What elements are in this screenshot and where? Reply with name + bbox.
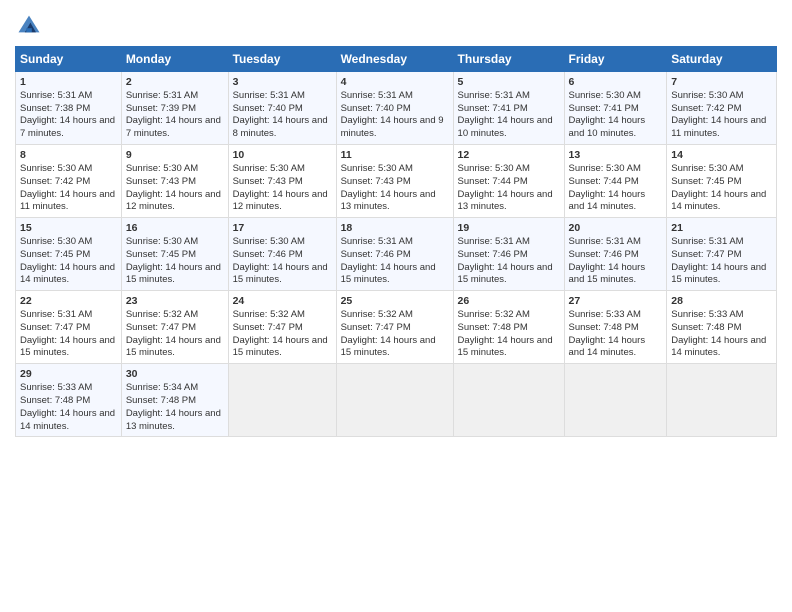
day-number: 8 [20, 149, 26, 161]
day-number: 7 [671, 76, 677, 88]
table-row: 10Sunrise: 5:30 AMSunset: 7:43 PMDayligh… [228, 145, 336, 218]
table-row [336, 364, 453, 437]
day-number: 15 [20, 222, 32, 234]
table-row: 17Sunrise: 5:30 AMSunset: 7:46 PMDayligh… [228, 218, 336, 291]
table-row [564, 364, 667, 437]
col-header-saturday: Saturday [667, 47, 777, 72]
table-row: 6Sunrise: 5:30 AMSunset: 7:41 PMDaylight… [564, 72, 667, 145]
table-row: 4Sunrise: 5:31 AMSunset: 7:40 PMDaylight… [336, 72, 453, 145]
day-number: 28 [671, 295, 683, 307]
day-number: 12 [458, 149, 470, 161]
day-number: 29 [20, 368, 32, 380]
col-header-thursday: Thursday [453, 47, 564, 72]
table-row: 21Sunrise: 5:31 AMSunset: 7:47 PMDayligh… [667, 218, 777, 291]
table-row: 23Sunrise: 5:32 AMSunset: 7:47 PMDayligh… [121, 291, 228, 364]
table-row: 12Sunrise: 5:30 AMSunset: 7:44 PMDayligh… [453, 145, 564, 218]
table-row: 8Sunrise: 5:30 AMSunset: 7:42 PMDaylight… [16, 145, 122, 218]
table-row: 19Sunrise: 5:31 AMSunset: 7:46 PMDayligh… [453, 218, 564, 291]
logo [15, 10, 47, 38]
day-number: 2 [126, 76, 132, 88]
day-number: 14 [671, 149, 683, 161]
day-number: 19 [458, 222, 470, 234]
col-header-wednesday: Wednesday [336, 47, 453, 72]
table-row: 7Sunrise: 5:30 AMSunset: 7:42 PMDaylight… [667, 72, 777, 145]
table-row [453, 364, 564, 437]
logo-icon [15, 10, 43, 38]
table-row: 3Sunrise: 5:31 AMSunset: 7:40 PMDaylight… [228, 72, 336, 145]
table-row: 13Sunrise: 5:30 AMSunset: 7:44 PMDayligh… [564, 145, 667, 218]
week-row-5: 29Sunrise: 5:33 AMSunset: 7:48 PMDayligh… [16, 364, 777, 437]
calendar-table: SundayMondayTuesdayWednesdayThursdayFrid… [15, 46, 777, 437]
table-row: 16Sunrise: 5:30 AMSunset: 7:45 PMDayligh… [121, 218, 228, 291]
day-number: 23 [126, 295, 138, 307]
header [15, 10, 777, 38]
day-number: 25 [341, 295, 353, 307]
day-number: 11 [341, 149, 352, 161]
week-row-3: 15Sunrise: 5:30 AMSunset: 7:45 PMDayligh… [16, 218, 777, 291]
table-row: 14Sunrise: 5:30 AMSunset: 7:45 PMDayligh… [667, 145, 777, 218]
day-number: 16 [126, 222, 138, 234]
day-number: 24 [233, 295, 245, 307]
day-number: 30 [126, 368, 138, 380]
day-number: 18 [341, 222, 353, 234]
col-header-monday: Monday [121, 47, 228, 72]
table-row: 26Sunrise: 5:32 AMSunset: 7:48 PMDayligh… [453, 291, 564, 364]
day-number: 21 [671, 222, 683, 234]
table-row: 24Sunrise: 5:32 AMSunset: 7:47 PMDayligh… [228, 291, 336, 364]
table-row: 27Sunrise: 5:33 AMSunset: 7:48 PMDayligh… [564, 291, 667, 364]
table-row [228, 364, 336, 437]
day-number: 22 [20, 295, 32, 307]
page: SundayMondayTuesdayWednesdayThursdayFrid… [0, 0, 792, 612]
table-row: 28Sunrise: 5:33 AMSunset: 7:48 PMDayligh… [667, 291, 777, 364]
day-number: 3 [233, 76, 239, 88]
table-row: 15Sunrise: 5:30 AMSunset: 7:45 PMDayligh… [16, 218, 122, 291]
day-number: 6 [569, 76, 575, 88]
table-row: 1Sunrise: 5:31 AMSunset: 7:38 PMDaylight… [16, 72, 122, 145]
table-row: 11Sunrise: 5:30 AMSunset: 7:43 PMDayligh… [336, 145, 453, 218]
week-row-2: 8Sunrise: 5:30 AMSunset: 7:42 PMDaylight… [16, 145, 777, 218]
table-row: 2Sunrise: 5:31 AMSunset: 7:39 PMDaylight… [121, 72, 228, 145]
day-number: 26 [458, 295, 470, 307]
table-row: 20Sunrise: 5:31 AMSunset: 7:46 PMDayligh… [564, 218, 667, 291]
day-number: 5 [458, 76, 464, 88]
table-row: 22Sunrise: 5:31 AMSunset: 7:47 PMDayligh… [16, 291, 122, 364]
day-number: 17 [233, 222, 245, 234]
table-row: 29Sunrise: 5:33 AMSunset: 7:48 PMDayligh… [16, 364, 122, 437]
day-number: 27 [569, 295, 581, 307]
table-row [667, 364, 777, 437]
header-row: SundayMondayTuesdayWednesdayThursdayFrid… [16, 47, 777, 72]
day-number: 1 [20, 76, 26, 88]
table-row: 30Sunrise: 5:34 AMSunset: 7:48 PMDayligh… [121, 364, 228, 437]
day-number: 13 [569, 149, 581, 161]
col-header-sunday: Sunday [16, 47, 122, 72]
col-header-tuesday: Tuesday [228, 47, 336, 72]
col-header-friday: Friday [564, 47, 667, 72]
table-row: 5Sunrise: 5:31 AMSunset: 7:41 PMDaylight… [453, 72, 564, 145]
table-row: 25Sunrise: 5:32 AMSunset: 7:47 PMDayligh… [336, 291, 453, 364]
day-number: 4 [341, 76, 347, 88]
table-row: 18Sunrise: 5:31 AMSunset: 7:46 PMDayligh… [336, 218, 453, 291]
day-number: 10 [233, 149, 245, 161]
day-number: 9 [126, 149, 132, 161]
day-number: 20 [569, 222, 581, 234]
week-row-4: 22Sunrise: 5:31 AMSunset: 7:47 PMDayligh… [16, 291, 777, 364]
table-row: 9Sunrise: 5:30 AMSunset: 7:43 PMDaylight… [121, 145, 228, 218]
week-row-1: 1Sunrise: 5:31 AMSunset: 7:38 PMDaylight… [16, 72, 777, 145]
